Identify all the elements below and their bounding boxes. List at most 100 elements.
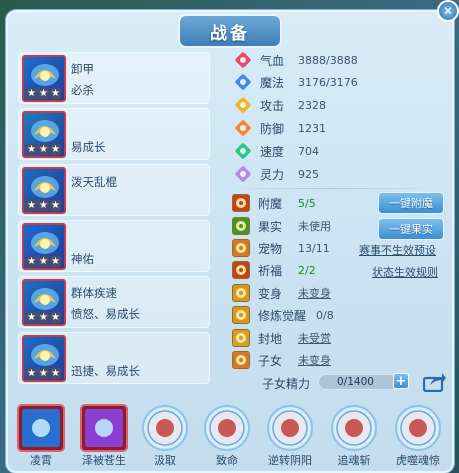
cultivation-icon [232, 306, 250, 324]
blessing-icon [232, 261, 250, 279]
passive-skill[interactable]: 追魂斩 [329, 404, 379, 472]
add-energy-button[interactable]: + [393, 373, 409, 389]
star-icon: ★ [26, 312, 37, 323]
passive-skill[interactable]: 汲取 [140, 404, 190, 472]
star-icon: ★ [38, 368, 49, 379]
stat-row: 攻击 2328 [234, 95, 326, 115]
passive-skill-name: 追魂斩 [337, 454, 371, 467]
skill-effect: 迅捷、易成长 [71, 364, 140, 378]
skill-card[interactable]: ★ ★ ★ 神佑 [18, 220, 210, 272]
skill-name: 泼天乱棍 [71, 175, 117, 189]
stat-label: 灵力 [260, 167, 285, 182]
attribute-row[interactable]: 修炼觉醒 0/8 [232, 305, 334, 325]
passive-skill-name: 逆转阴阳 [268, 454, 312, 467]
star-rating: ★ ★ ★ [26, 256, 61, 267]
passive-skill[interactable]: 泽被苍生 [79, 404, 129, 472]
skill-card[interactable]: ★ ★ ★ 易成长 [18, 108, 210, 160]
one-click-enchant-button[interactable]: 一键附魔 [378, 192, 444, 214]
skill-card[interactable]: ★ ★ ★ 泼天乱棍 [18, 164, 210, 216]
stat-label: 气血 [260, 53, 285, 68]
star-icon: ★ [50, 256, 61, 267]
stat-row: 防御 1231 [234, 118, 326, 138]
one-click-fruit-button[interactable]: 一键果实 [378, 218, 444, 240]
attribute-row[interactable]: 封地 未受赏 [232, 328, 331, 348]
stat-label: 魔法 [260, 75, 285, 90]
attribute-row[interactable]: 子女 未变身 [232, 350, 331, 370]
share-button[interactable] [423, 371, 447, 393]
star-icon: ★ [26, 144, 37, 155]
skill-frame: ★ ★ ★ [22, 223, 66, 270]
attribute-value[interactable]: 未变身 [298, 352, 331, 368]
fruit-icon [232, 217, 250, 235]
star-icon: ★ [26, 368, 37, 379]
attribute-row[interactable]: 变身 未变身 [232, 283, 331, 303]
attribute-row[interactable]: 附魔 5/5 [232, 193, 316, 213]
star-icon: ★ [26, 256, 37, 267]
stat-value: 3176/3176 [298, 75, 358, 89]
enchant-icon [232, 194, 250, 212]
star-icon: ★ [50, 200, 61, 211]
passive-skill[interactable]: 虎噬魂惊 [393, 404, 443, 472]
attribute-row[interactable]: 祈福 2/2 [232, 260, 316, 280]
attribute-value[interactable]: 未受赏 [298, 330, 331, 346]
stat-label: 速度 [260, 144, 285, 159]
staff-skill-icon [31, 176, 59, 198]
skill-card[interactable]: ★ ★ ★ 群体疾速 愤怒、易成长 [18, 276, 210, 328]
stat-value: 3888/3888 [298, 53, 358, 67]
skill-effect: 必杀 [71, 83, 94, 97]
attribute-label: 子女 [258, 353, 283, 368]
attribute-label: 修炼觉醒 [258, 308, 307, 323]
star-icon: ★ [38, 144, 49, 155]
stat-row: 速度 704 [234, 141, 319, 161]
status-rule-link[interactable]: 状态生效规则 [372, 264, 438, 280]
skill-frame: ★ ★ ★ [22, 167, 66, 214]
star-icon: ★ [50, 88, 61, 99]
attribute-value: 0/8 [316, 308, 334, 322]
share-icon [423, 373, 446, 392]
heart-icon [234, 51, 252, 69]
skill-frame: ★ ★ ★ [22, 55, 66, 102]
growth-skill-icon [31, 120, 59, 142]
divider [228, 188, 438, 189]
speed-icon [234, 142, 252, 160]
soul-slash-skill-icon [330, 404, 378, 452]
passive-skill-name: 汲取 [154, 454, 176, 467]
absorb-skill-icon [141, 404, 189, 452]
attribute-value: 2/2 [298, 263, 316, 277]
attribute-label: 变身 [258, 286, 283, 301]
star-icon: ★ [38, 312, 49, 323]
star-rating: ★ ★ ★ [26, 144, 61, 155]
close-button[interactable]: ✕ [437, 0, 459, 22]
yin-yang-icon [266, 404, 314, 452]
skill-frame: ★ ★ ★ [22, 279, 66, 326]
stat-row: 气血 3888/3888 [234, 50, 358, 70]
attribute-row[interactable]: 宠物 13/11 [232, 238, 330, 258]
close-icon: ✕ [442, 4, 454, 18]
stat-label: 防御 [260, 121, 285, 136]
stat-label: 攻击 [260, 98, 285, 113]
passive-skill[interactable]: 凌霄 [16, 404, 66, 472]
star-icon: ★ [26, 88, 37, 99]
skill-effect: 愤怒、易成长 [71, 307, 140, 321]
passive-skill[interactable]: 致命 [202, 404, 252, 472]
stat-row: 灵力 925 [234, 164, 319, 184]
child-energy-label: 子女精力 [262, 377, 311, 391]
attribute-label: 祈福 [258, 263, 283, 278]
passive-skill[interactable]: 逆转阴阳 [265, 404, 315, 472]
skill-card[interactable]: ★ ★ ★ 迅捷、易成长 [18, 332, 210, 384]
attribute-label: 宠物 [258, 241, 283, 256]
lingxiao-skill-icon [17, 404, 65, 452]
pet-preset-link[interactable]: 赛事不生效预设 [359, 242, 436, 258]
star-icon: ★ [38, 88, 49, 99]
skill-card[interactable]: ★ ★ ★ 卸甲 必杀 [18, 52, 210, 104]
star-icon: ★ [50, 144, 61, 155]
star-rating: ★ ★ ★ [26, 200, 61, 211]
star-icon: ★ [26, 200, 37, 211]
passive-skill-name: 虎噬魂惊 [396, 454, 440, 467]
divine-blessing-skill-icon [31, 232, 59, 254]
attribute-value[interactable]: 未变身 [298, 285, 331, 301]
passive-skill-name: 凌霄 [30, 454, 52, 467]
attribute-row[interactable]: 果实 未使用 [232, 216, 331, 236]
star-icon: ★ [38, 200, 49, 211]
attribute-value: 13/11 [298, 241, 330, 255]
